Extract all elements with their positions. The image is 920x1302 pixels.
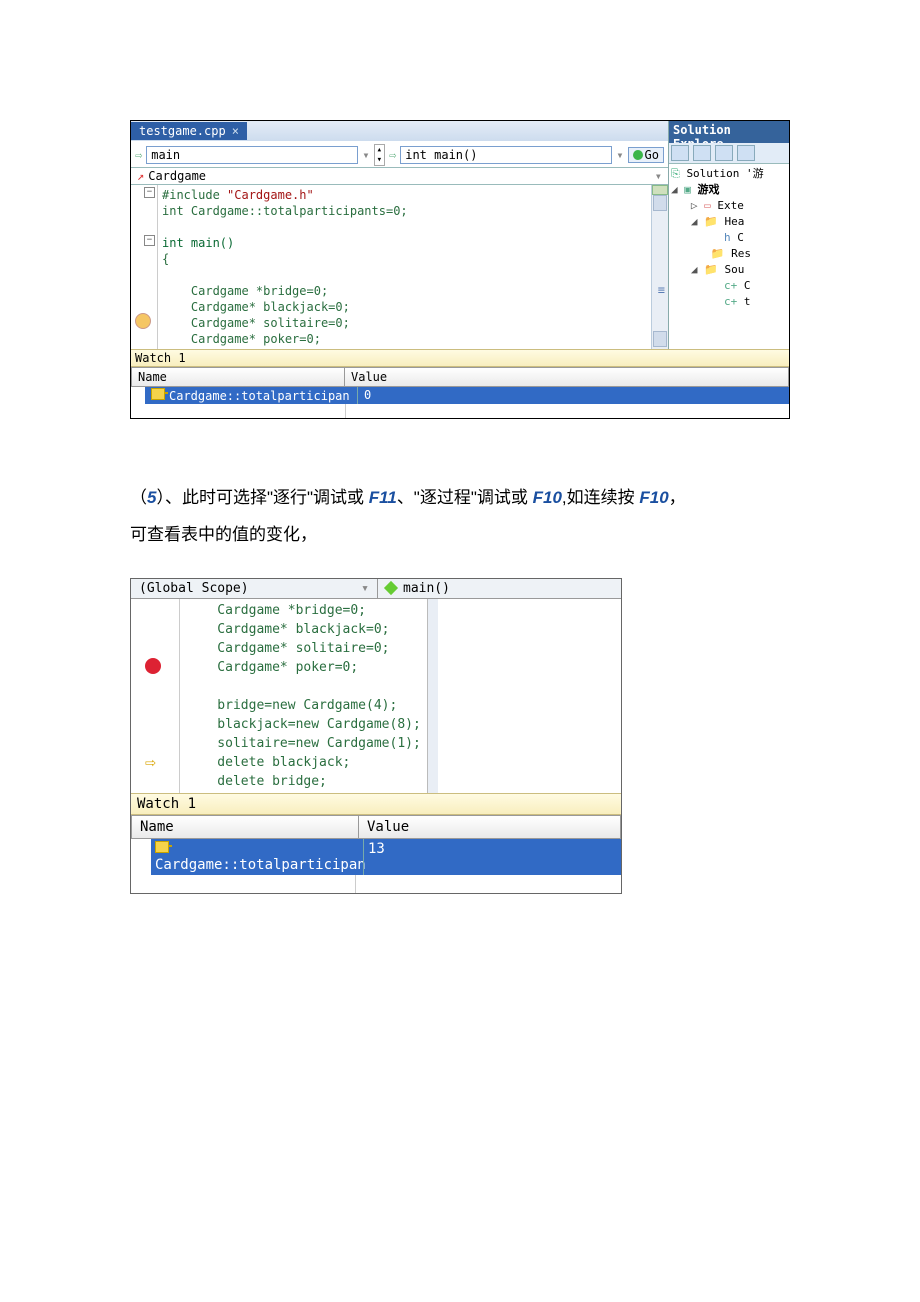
watch-columns: Name Value: [131, 815, 621, 839]
back-icon[interactable]: ⇨: [135, 148, 142, 162]
solution-tree[interactable]: ⎘ Solution '游 ◢ ▣ 游戏 ▷ ▭ Exte ◢ 📁 Hea h …: [669, 164, 789, 312]
editor-gutter: − −: [131, 185, 158, 349]
key-icon: [151, 388, 165, 400]
member-combo[interactable]: main(): [378, 579, 458, 598]
tab-label: testgame.cpp: [139, 124, 226, 138]
ide-screenshot-1: testgame.cpp × Solution Explore ⇨ main ▾…: [130, 120, 790, 419]
toolbar-icon[interactable]: [693, 145, 711, 161]
toolbar-icon[interactable]: [737, 145, 755, 161]
fold-icon[interactable]: −: [144, 235, 155, 246]
solution-explorer-toolbar: [669, 143, 789, 164]
navigation-bar: ⇨ main ▾ ▴▾ ⇨ int main() ▾ Go: [131, 143, 668, 168]
forward-icon[interactable]: ⇨: [389, 148, 396, 162]
toolbar-icon[interactable]: [715, 145, 733, 161]
watch-col-value[interactable]: Value: [344, 367, 789, 387]
editor-gutter: ⇨: [131, 599, 180, 793]
code-editor[interactable]: Cardgame *bridge=0; Cardgame* blackjack=…: [180, 599, 427, 793]
watch-columns: Name Value: [131, 367, 789, 387]
ide-screenshot-2: (Global Scope)▾ main() ⇨ Cardgame *bridg…: [130, 578, 622, 894]
class-combo[interactable]: ↗Cardgame ▾: [131, 168, 668, 184]
key-icon: [155, 841, 169, 853]
close-icon[interactable]: ×: [232, 124, 239, 138]
watch-panel-title: Watch 1: [131, 793, 621, 815]
watch-row[interactable]: Cardgame::totalparticipan 0: [131, 387, 789, 404]
breakpoint-icon[interactable]: [145, 658, 161, 674]
editor-tab[interactable]: testgame.cpp ×: [131, 122, 247, 140]
watch-panel-title: Watch 1: [131, 349, 789, 367]
watch-col-value[interactable]: Value: [358, 815, 621, 839]
instruction-text: （5）、此时可选择"逐行"调试或 F11、"逐过程"调试或 F10,如连续按 F…: [130, 479, 790, 554]
current-line-icon: ⇨: [145, 752, 156, 773]
method-icon: [384, 581, 398, 595]
watch-row[interactable]: Cardgame::totalparticipan 13: [131, 839, 621, 875]
toolbar-icon[interactable]: [671, 145, 689, 161]
vertical-scrollbar[interactable]: ≡: [651, 185, 668, 349]
vertical-scrollbar[interactable]: [427, 599, 438, 793]
member-combo[interactable]: int main(): [400, 146, 612, 164]
fold-icon[interactable]: −: [144, 187, 155, 198]
watch-col-name[interactable]: Name: [131, 367, 344, 387]
editor-tab-bar: testgame.cpp ×: [131, 121, 668, 141]
scope-combo[interactable]: main: [146, 146, 358, 164]
scope-combo[interactable]: (Global Scope)▾: [131, 579, 378, 598]
watch-col-name[interactable]: Name: [131, 815, 358, 839]
code-editor[interactable]: #include "Cardgame.h" int Cardgame::tota…: [158, 185, 412, 349]
split-handle[interactable]: [652, 185, 668, 195]
breakpoint-icon[interactable]: [135, 313, 151, 329]
go-button[interactable]: Go: [628, 147, 664, 163]
